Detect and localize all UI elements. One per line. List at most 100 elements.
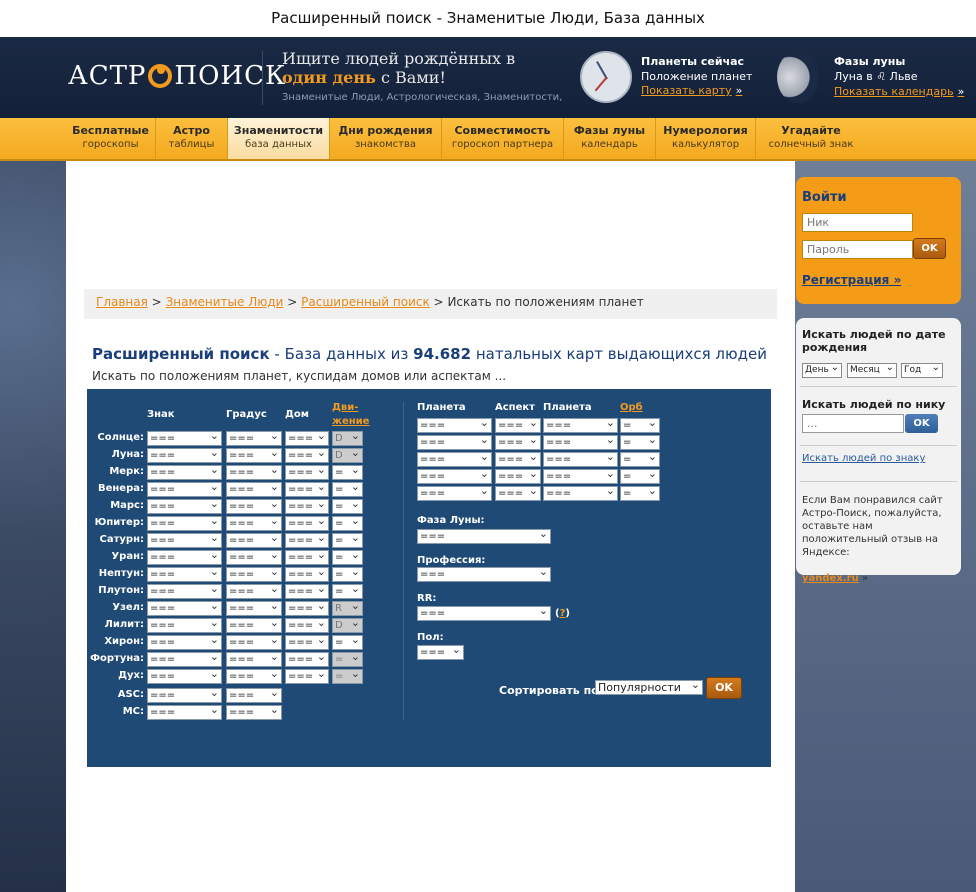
nick-input[interactable]: Ник	[802, 213, 913, 232]
sign-select[interactable]: ===	[147, 618, 222, 633]
aspect-planet2-select[interactable]: ===	[543, 418, 618, 433]
rr-select[interactable]: ===	[417, 606, 551, 621]
sign-select[interactable]: ===	[147, 601, 222, 616]
yandex-link[interactable]: yandex.ru	[802, 573, 859, 584]
degree-select[interactable]: ===	[226, 431, 282, 446]
motion-select[interactable]: =	[332, 550, 363, 565]
aspect-planet2-select[interactable]: ===	[543, 486, 618, 501]
sign-select[interactable]: ===	[147, 465, 222, 480]
nick-search-ok-button[interactable]: OK	[905, 414, 938, 433]
day-select[interactable]: День	[802, 361, 842, 378]
motion-select[interactable]: D	[332, 448, 363, 463]
nav-guess-sign[interactable]: Угадайте солнечный знак	[756, 118, 866, 159]
house-select[interactable]: ===	[285, 533, 329, 548]
house-select[interactable]: ===	[285, 567, 329, 582]
orb-select[interactable]: =	[620, 452, 660, 467]
motion-select[interactable]: D	[332, 618, 363, 633]
sign-select[interactable]: ===	[147, 533, 222, 548]
nav-moon-phases[interactable]: Фазы луны календарь	[564, 118, 656, 159]
rr-help-link[interactable]: ?	[560, 608, 566, 619]
nav-celebrities[interactable]: Знаменитости база данных	[228, 118, 330, 159]
sign-select[interactable]: ===	[147, 567, 222, 582]
password-input[interactable]: Пароль	[802, 240, 913, 259]
orb-select[interactable]: =	[620, 418, 660, 433]
degree-select[interactable]: ===	[226, 567, 282, 582]
aspect-planet2-select[interactable]: ===	[543, 435, 618, 450]
degree-select[interactable]: ===	[226, 533, 282, 548]
aspect-planet1-select[interactable]: ===	[417, 452, 492, 467]
house-select[interactable]: ===	[285, 482, 329, 497]
moon-phase-icon[interactable]	[777, 51, 819, 103]
aspect-type-select[interactable]: ===	[495, 452, 541, 467]
degree-select[interactable]: ===	[226, 688, 282, 703]
nav-numerology[interactable]: Нумерология калькулятор	[656, 118, 756, 159]
col-motion-link-a[interactable]: Дви-	[332, 402, 358, 413]
profession-select[interactable]: ===	[417, 567, 551, 582]
nav-compatibility[interactable]: Совместимость гороскоп партнера	[442, 118, 564, 159]
degree-select[interactable]: ===	[226, 635, 282, 650]
sort-select[interactable]: Популярности	[595, 680, 703, 695]
aspect-planet1-select[interactable]: ===	[417, 469, 492, 484]
aspect-type-select[interactable]: ===	[495, 486, 541, 501]
sign-select[interactable]: ===	[147, 516, 222, 531]
degree-select[interactable]: ===	[226, 550, 282, 565]
house-select[interactable]: ===	[285, 516, 329, 531]
moon-phase-select[interactable]: ===	[417, 529, 551, 544]
register-link[interactable]: Регистрация	[802, 273, 889, 287]
motion-select[interactable]: =	[332, 516, 363, 531]
orb-select[interactable]: =	[620, 469, 660, 484]
sign-select[interactable]: ===	[147, 448, 222, 463]
planet-chart-icon[interactable]	[580, 51, 632, 103]
degree-select[interactable]: ===	[226, 669, 282, 684]
site-logo[interactable]: АСТР ПОИСК	[68, 61, 286, 91]
degree-select[interactable]: ===	[226, 448, 282, 463]
degree-select[interactable]: ===	[226, 482, 282, 497]
col-motion-link-b[interactable]: жение	[332, 416, 369, 427]
nav-free-horoscopes[interactable]: Бесплатные гороскопы	[66, 118, 156, 159]
degree-select[interactable]: ===	[226, 601, 282, 616]
sign-select[interactable]: ===	[147, 705, 222, 720]
degree-select[interactable]: ===	[226, 652, 282, 667]
house-select[interactable]: ===	[285, 584, 329, 599]
motion-select[interactable]: =	[332, 533, 363, 548]
month-select[interactable]: Месяц	[847, 361, 897, 378]
sign-select[interactable]: ===	[147, 482, 222, 497]
motion-select[interactable]: =	[332, 482, 363, 497]
degree-select[interactable]: ===	[226, 465, 282, 480]
motion-select[interactable]: =	[332, 499, 363, 514]
house-select[interactable]: ===	[285, 465, 329, 480]
col-orb-link[interactable]: Орб	[620, 402, 643, 413]
house-select[interactable]: ===	[285, 448, 329, 463]
nav-birthdays[interactable]: Дни рождения знакомства	[330, 118, 442, 159]
aspect-planet1-select[interactable]: ===	[417, 435, 492, 450]
orb-select[interactable]: =	[620, 486, 660, 501]
motion-select[interactable]: =	[332, 465, 363, 480]
sign-select[interactable]: ===	[147, 431, 222, 446]
motion-select[interactable]: D	[332, 431, 363, 446]
motion-select[interactable]: =	[332, 567, 363, 582]
breadcrumb-advanced[interactable]: Расширенный поиск	[301, 295, 430, 309]
degree-select[interactable]: ===	[226, 516, 282, 531]
degree-select[interactable]: ===	[226, 618, 282, 633]
degree-select[interactable]: ===	[226, 499, 282, 514]
aspect-planet1-select[interactable]: ===	[417, 418, 492, 433]
sign-select[interactable]: ===	[147, 635, 222, 650]
house-select[interactable]: ===	[285, 499, 329, 514]
house-select[interactable]: ===	[285, 669, 329, 684]
sign-select[interactable]: ===	[147, 652, 222, 667]
motion-select[interactable]: R	[332, 601, 363, 616]
show-chart-link[interactable]: Показать карту	[641, 84, 732, 97]
orb-select[interactable]: =	[620, 435, 660, 450]
motion-select[interactable]: =	[332, 652, 363, 667]
sign-select[interactable]: ===	[147, 669, 222, 684]
sign-select[interactable]: ===	[147, 550, 222, 565]
nav-astro-tables[interactable]: Астро таблицы	[156, 118, 228, 159]
aspect-type-select[interactable]: ===	[495, 469, 541, 484]
show-calendar-link[interactable]: Показать календарь	[834, 85, 954, 98]
breadcrumb-famous[interactable]: Знаменитые Люди	[166, 295, 284, 309]
nick-search-input[interactable]: ...	[802, 414, 904, 433]
aspect-type-select[interactable]: ===	[495, 435, 541, 450]
sign-select[interactable]: ===	[147, 688, 222, 703]
house-select[interactable]: ===	[285, 601, 329, 616]
aspect-type-select[interactable]: ===	[495, 418, 541, 433]
